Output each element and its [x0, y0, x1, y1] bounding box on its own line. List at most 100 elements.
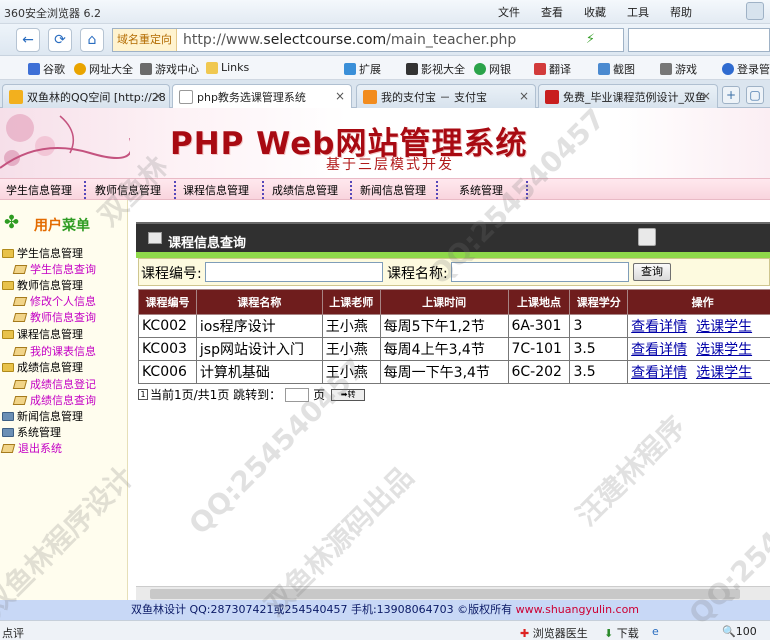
translate-icon [534, 63, 546, 75]
scrollbar-thumb[interactable] [150, 589, 740, 599]
selected-students-link[interactable]: 选课学生 [696, 319, 752, 335]
sidebar-item-score-register[interactable]: 成绩信息登记 [12, 376, 96, 392]
doctor-icon: ✚ [520, 627, 530, 640]
cell-course-no: KC003 [138, 337, 197, 361]
bookmark-video[interactable]: 影视大全 [406, 61, 465, 77]
sidebar-item-system-mgmt[interactable]: 系统管理 [2, 424, 61, 440]
home-button[interactable]: ⌂ [80, 28, 104, 52]
course-no-input[interactable] [205, 262, 383, 282]
sidebar-item-news-mgmt[interactable]: 新闻信息管理 [2, 408, 83, 424]
browser-title: 360安全浏览器 6.2 [4, 7, 101, 20]
bookmark-links[interactable]: Links [206, 61, 249, 74]
url-text[interactable]: http://www.selectcourse.com/main_teacher… [177, 32, 516, 48]
sidebar-item-teacher-query[interactable]: 教师信息查询 [12, 309, 96, 325]
sidebar-item-edit-profile[interactable]: 修改个人信息 [12, 293, 96, 309]
book-icon [12, 265, 28, 274]
tab-free-course[interactable]: 免费_毕业课程范例设计_双鱼 × [538, 84, 718, 108]
url-path: /main_teacher.php [386, 32, 517, 48]
redirect-badge[interactable]: 域名重定向 [113, 29, 177, 51]
selected-students-link[interactable]: 选课学生 [696, 342, 752, 358]
bookmark-google[interactable]: 谷歌 [28, 61, 65, 77]
browser-doctor[interactable]: ✚ 浏览器医生 [520, 625, 588, 640]
sidebar-item-course-mgmt[interactable]: 课程信息管理 [2, 326, 83, 342]
sidebar-item-score-query[interactable]: 成绩信息查询 [12, 392, 96, 408]
course-name-input[interactable] [451, 262, 629, 282]
sidebar-item-my-schedule[interactable]: 我的课表信息 [12, 343, 96, 359]
url-domain: selectcourse.com [263, 32, 387, 48]
tab-close-icon[interactable]: × [701, 89, 711, 103]
cell-place: 6C-202 [507, 360, 571, 384]
horizontal-scrollbar[interactable] [136, 586, 770, 600]
cell-time: 每周5下午1,2节 [379, 314, 509, 338]
ie-icon[interactable]: e [652, 625, 659, 638]
book-icon [12, 297, 28, 306]
nav-score-mgmt[interactable]: 成绩信息管理 [272, 182, 338, 198]
cell-actions: 查看详情 选课学生 [627, 314, 770, 338]
sidebar-item-teacher-mgmt[interactable]: 教师信息管理 [2, 277, 83, 293]
page-go-button[interactable]: ➡转 [331, 388, 366, 401]
back-button[interactable]: ← [16, 28, 40, 52]
sidebar-item-logout[interactable]: 退出系统 [0, 440, 62, 456]
nav-system-mgmt[interactable]: 系统管理 [459, 182, 503, 198]
document-icon [148, 232, 162, 244]
menu-help[interactable]: 帮助 [670, 4, 692, 20]
tab-qq-space[interactable]: 双鱼林的QQ空间 [http://28 × [2, 84, 170, 108]
view-detail-link[interactable]: 查看详情 [631, 319, 687, 335]
bookmark-site-directory[interactable]: 网址大全 [74, 61, 133, 77]
menu-favorites[interactable]: 收藏 [584, 4, 606, 20]
view-detail-link[interactable]: 查看详情 [631, 365, 687, 381]
refresh-button[interactable]: ⟳ [48, 28, 72, 52]
tab-close-icon[interactable]: × [335, 89, 345, 103]
bookmark-extensions[interactable]: 扩展 [344, 61, 381, 77]
site-subtitle: 基于三层模式开发 [326, 157, 454, 173]
main-nav: 学生信息管理 教师信息管理 课程信息管理 成绩信息管理 新闻信息管理 系统管理 [0, 178, 770, 200]
nav-teacher-mgmt[interactable]: 教师信息管理 [95, 182, 161, 198]
tab-course-system[interactable]: php教务选课管理系统 × [172, 84, 352, 109]
bookmark-screenshot[interactable]: 截图 [598, 61, 635, 77]
new-tab-button[interactable]: + [722, 86, 740, 104]
tab-alipay[interactable]: 我的支付宝 － 支付宝 × [356, 84, 536, 108]
print-icon[interactable] [638, 228, 656, 246]
tab-close-icon[interactable]: × [153, 89, 163, 103]
url-field[interactable]: 域名重定向 http://www.selectcourse.com/main_t… [112, 28, 624, 52]
video-icon [406, 63, 418, 75]
cell-place: 7C-101 [507, 337, 571, 361]
page-jump-input[interactable] [285, 387, 310, 402]
site-footer: 双鱼林设计 QQ:287307421或254540457 手机:13908064… [0, 600, 770, 620]
home-icon: ⌂ [87, 32, 97, 48]
nav-student-mgmt[interactable]: 学生信息管理 [6, 182, 72, 198]
nav-news-mgmt[interactable]: 新闻信息管理 [360, 182, 426, 198]
tab-strip: 双鱼林的QQ空间 [http://28 × php教务选课管理系统 × 我的支付宝 … [0, 80, 770, 109]
folder-icon [2, 249, 14, 258]
bookmark-games[interactable]: 游戏 [660, 61, 697, 77]
browser-search-box[interactable] [628, 28, 770, 52]
cell-credit: 3.5 [569, 360, 629, 384]
query-button[interactable]: 查询 [633, 263, 671, 281]
window-control-button[interactable] [746, 2, 764, 20]
download-manager[interactable]: ⬇ 下载 [604, 625, 639, 640]
footer-site-link[interactable]: www.shuangyulin.com [516, 603, 639, 616]
tab-close-icon[interactable]: × [519, 89, 529, 103]
menu-view[interactable]: 查看 [541, 4, 563, 20]
tab-list-button[interactable]: ▢ [746, 86, 764, 104]
bookmark-bank[interactable]: 网银 [474, 61, 511, 77]
selected-students-link[interactable]: 选课学生 [696, 365, 752, 381]
address-toolbar: ← ⟳ ⌂ 域名重定向 http://www.selectcourse.com/… [0, 24, 770, 56]
nav-course-mgmt[interactable]: 课程信息管理 [183, 182, 249, 198]
menu-file[interactable]: 文件 [498, 4, 520, 20]
bookmark-login[interactable]: 登录管 [722, 61, 770, 77]
col-place: 上课地点 [507, 289, 571, 315]
sidebar-item-score-mgmt[interactable]: 成绩信息管理 [2, 359, 83, 375]
sidebar-item-student-mgmt[interactable]: 学生信息管理 [2, 245, 83, 261]
folder-icon [2, 281, 14, 290]
sidebar-item-student-query[interactable]: 学生信息查询 [12, 261, 96, 277]
browser-title-bar: 360安全浏览器 6.2 文件 查看 收藏 工具 帮助 [0, 0, 770, 24]
status-comment[interactable]: 点评 [2, 625, 24, 640]
bookmark-game-center[interactable]: 游戏中心 [140, 61, 199, 77]
view-detail-link[interactable]: 查看详情 [631, 342, 687, 358]
bookmark-translate[interactable]: 翻译 [534, 61, 571, 77]
zoom-level[interactable]: 🔍100 [722, 625, 757, 638]
go-icon[interactable]: ⚡ [586, 32, 595, 47]
nav-divider [526, 181, 528, 199]
menu-tools[interactable]: 工具 [627, 4, 649, 20]
